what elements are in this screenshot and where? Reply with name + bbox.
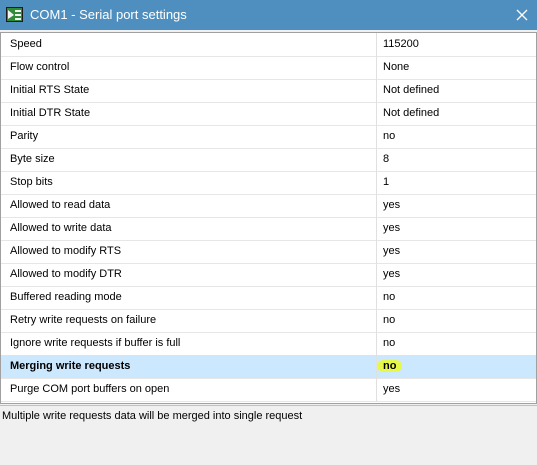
description-panel: Multiple write requests data will be mer… <box>0 405 537 465</box>
property-value[interactable]: None <box>378 56 536 79</box>
property-name: Ignore write requests if buffer is full <box>1 332 377 355</box>
property-value[interactable]: Not defined <box>378 102 536 125</box>
highlighted-value: no <box>377 360 403 372</box>
serial-port-settings-window: COM1 - Serial port settings Speed 115200… <box>0 0 537 465</box>
property-value[interactable]: no <box>378 125 536 148</box>
property-grid: Speed 115200 Flow control None Initial R… <box>0 32 537 404</box>
property-name: Merging write requests <box>1 355 377 378</box>
property-value[interactable]: yes <box>378 240 536 263</box>
property-value[interactable]: Not defined <box>378 79 536 102</box>
property-row-merging-write[interactable]: Merging write requests no <box>1 355 536 379</box>
property-value[interactable]: no <box>378 332 536 355</box>
property-row-allowed-modify-rts[interactable]: Allowed to modify RTS yes <box>1 240 536 264</box>
property-row-flow-control[interactable]: Flow control None <box>1 56 536 80</box>
property-value[interactable]: no <box>377 355 536 378</box>
property-row-initial-dtr[interactable]: Initial DTR State Not defined <box>1 102 536 126</box>
property-value[interactable]: no <box>378 309 536 332</box>
property-name: Retry write requests on failure <box>1 309 377 332</box>
description-text: Multiple write requests data will be mer… <box>2 410 303 422</box>
property-row-initial-rts[interactable]: Initial RTS State Not defined <box>1 79 536 103</box>
property-value[interactable]: yes <box>378 263 536 286</box>
property-row-retry-write[interactable]: Retry write requests on failure no <box>1 309 536 333</box>
property-row-stop-bits[interactable]: Stop bits 1 <box>1 171 536 195</box>
property-value[interactable]: 115200 <box>378 33 536 56</box>
property-name: Allowed to modify DTR <box>1 263 377 286</box>
title-bar[interactable]: COM1 - Serial port settings <box>0 0 537 30</box>
property-name: Speed <box>1 33 377 56</box>
property-name: Initial RTS State <box>1 79 377 102</box>
serial-port-app-icon <box>6 7 23 22</box>
property-value[interactable]: no <box>378 286 536 309</box>
property-row-ignore-write-buffer-full[interactable]: Ignore write requests if buffer is full … <box>1 332 536 356</box>
property-row-parity[interactable]: Parity no <box>1 125 536 149</box>
property-row-allowed-modify-dtr[interactable]: Allowed to modify DTR yes <box>1 263 536 287</box>
property-row-purge-buffers[interactable]: Purge COM port buffers on open yes <box>1 378 536 402</box>
property-row-speed[interactable]: Speed 115200 <box>1 33 536 57</box>
property-name: Byte size <box>1 148 377 171</box>
property-name: Purge COM port buffers on open <box>1 378 377 401</box>
property-value[interactable]: 1 <box>378 171 536 194</box>
property-name: Stop bits <box>1 171 377 194</box>
property-value[interactable]: yes <box>378 217 536 240</box>
property-name: Initial DTR State <box>1 102 377 125</box>
property-row-allowed-read[interactable]: Allowed to read data yes <box>1 194 536 218</box>
close-icon[interactable] <box>507 0 537 30</box>
property-name: Flow control <box>1 56 377 79</box>
property-row-byte-size[interactable]: Byte size 8 <box>1 148 536 172</box>
property-value[interactable]: yes <box>378 378 536 401</box>
property-value[interactable]: yes <box>378 194 536 217</box>
property-name: Allowed to read data <box>1 194 377 217</box>
property-row-buffered-reading[interactable]: Buffered reading mode no <box>1 286 536 310</box>
property-name: Allowed to modify RTS <box>1 240 377 263</box>
property-row-allowed-write[interactable]: Allowed to write data yes <box>1 217 536 241</box>
property-name: Parity <box>1 125 377 148</box>
property-value[interactable]: 8 <box>378 148 536 171</box>
property-name: Allowed to write data <box>1 217 377 240</box>
property-name: Buffered reading mode <box>1 286 377 309</box>
window-title: COM1 - Serial port settings <box>30 7 187 22</box>
